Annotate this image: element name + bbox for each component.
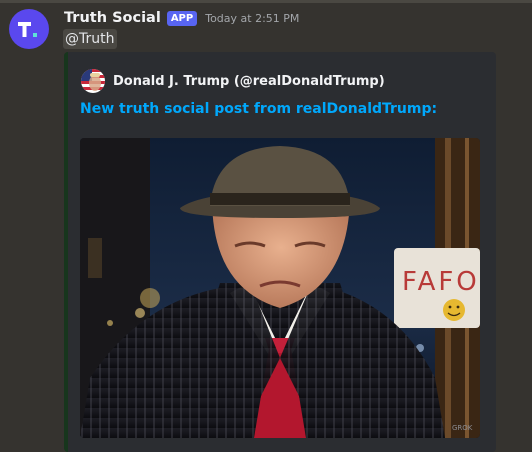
truth-social-logo-icon (18, 22, 37, 37)
embed-author-name[interactable]: Donald J. Trump (@realDonaldTrump) (113, 74, 385, 89)
svg-text:FAFO: FAFO (402, 267, 480, 297)
rich-embed: Donald J. Trump (@realDonaldTrump) New t… (64, 52, 496, 452)
app-badge: APP (166, 10, 198, 26)
mention-tag[interactable]: @Truth (63, 29, 117, 49)
svg-text:GROK: GROK (452, 424, 473, 432)
message-header: Truth Social APP Today at 2:51 PM (64, 8, 299, 28)
embed-title-link[interactable]: New truth social post from realDonaldTru… (80, 101, 437, 117)
message-timestamp[interactable]: Today at 2:51 PM (205, 12, 299, 25)
embed-accent-bar (64, 52, 68, 452)
truth-social-avatar[interactable] (9, 9, 49, 49)
embed-image[interactable]: FAFO GROK (80, 138, 480, 438)
author-name[interactable]: Truth Social (64, 10, 161, 26)
top-divider (0, 0, 532, 3)
embed-author: Donald J. Trump (@realDonaldTrump) (81, 69, 385, 93)
us-flag-avatar-icon[interactable] (81, 69, 105, 93)
